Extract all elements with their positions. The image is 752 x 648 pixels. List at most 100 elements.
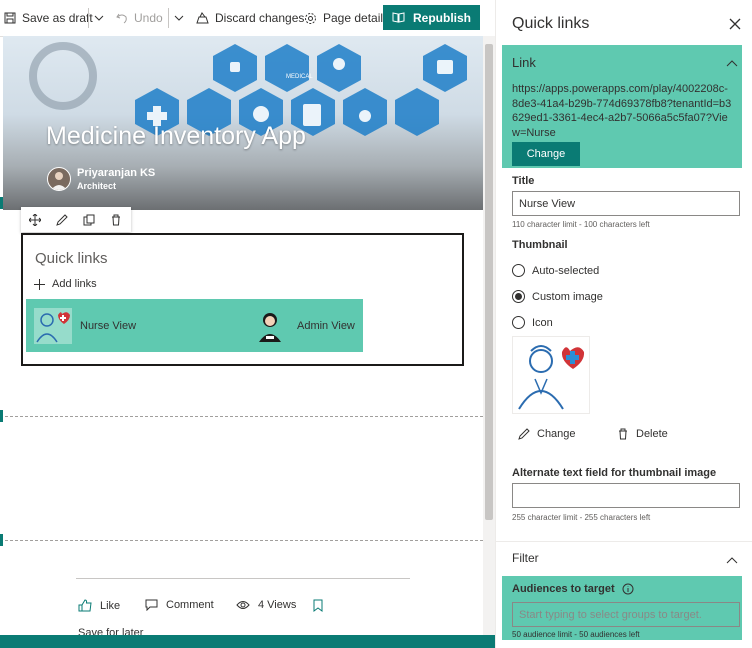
radio-label: Auto-selected	[532, 264, 600, 277]
radio-circle	[512, 316, 525, 329]
quick-link-nurse-view[interactable]: Nurse View	[34, 299, 136, 352]
alt-text-input[interactable]	[512, 483, 740, 508]
page-editor: Save as draft Undo Discard changes Page …	[0, 0, 495, 648]
admin-thumbnail-icon	[259, 312, 281, 342]
filter-section-heading[interactable]: Filter	[512, 551, 539, 565]
command-bar: Save as draft Undo Discard changes Page …	[0, 0, 483, 37]
quick-link-admin-view[interactable]: Admin View	[257, 299, 355, 352]
toolbar-divider	[168, 8, 169, 28]
save-draft-button[interactable]: Save as draft	[4, 0, 93, 36]
radio-icon[interactable]: Icon	[512, 316, 553, 329]
webpart-toolbar	[21, 207, 131, 232]
chevron-up-icon[interactable]	[726, 56, 738, 70]
discard-changes-button[interactable]: Discard changes	[196, 0, 304, 36]
views-label: 4 Views	[258, 599, 297, 611]
radio-custom-image[interactable]: Custom image	[512, 290, 603, 303]
audiences-label: Audiences to target	[512, 583, 634, 595]
bottom-accent-bar	[0, 635, 495, 648]
chevron-down-icon	[174, 15, 184, 21]
eye-icon	[236, 601, 250, 609]
discard-icon	[196, 12, 209, 24]
section-divider	[496, 541, 752, 542]
section-marker	[0, 197, 3, 209]
alt-text-hint: 255 character limit - 255 characters lef…	[512, 513, 651, 522]
chevron-down-icon	[94, 15, 104, 21]
hero-medical-text: MEDICAL	[286, 74, 313, 80]
republish-label: Republish	[412, 10, 471, 25]
thumbs-up-icon	[78, 599, 92, 612]
save-draft-label: Save as draft	[22, 11, 93, 25]
edit-icon[interactable]	[53, 211, 71, 229]
discard-changes-label: Discard changes	[215, 11, 305, 25]
chevron-up-icon[interactable]	[726, 553, 738, 567]
add-links-button[interactable]: Add links	[34, 278, 97, 290]
pane-title: Quick links	[512, 15, 590, 32]
page-title[interactable]: Medicine Inventory App	[46, 122, 306, 151]
scrollbar-thumb[interactable]	[485, 44, 493, 520]
duplicate-icon[interactable]	[80, 211, 98, 229]
quick-link-label: Nurse View	[80, 319, 137, 332]
radio-label: Custom image	[532, 290, 603, 303]
radio-circle-selected	[512, 290, 525, 303]
title-hint: 110 character limit - 100 characters lef…	[512, 220, 650, 229]
page-details-label: Page details	[323, 11, 390, 25]
save-icon	[4, 12, 16, 24]
footer-divider	[76, 578, 410, 579]
link-section-heading[interactable]: Link	[512, 55, 536, 70]
person-icon	[51, 172, 67, 190]
undo-options-chevron[interactable]	[174, 0, 190, 36]
section-marker	[0, 410, 3, 422]
nurse-thumbnail-icon	[34, 307, 72, 344]
undo-button[interactable]: Undo	[116, 0, 163, 36]
trash-icon	[619, 428, 627, 440]
title-input[interactable]: Nurse View	[512, 191, 740, 216]
audiences-label-text: Audiences to target	[512, 583, 615, 595]
section-divider	[0, 540, 483, 541]
change-link-button[interactable]: Change	[512, 142, 580, 166]
bookmark-button[interactable]	[313, 599, 331, 612]
thumbnail-label: Thumbnail	[512, 239, 568, 251]
audiences-input[interactable]: Start typing to select groups to target.	[512, 602, 740, 627]
gear-icon	[305, 12, 316, 24]
trash-icon[interactable]	[107, 211, 125, 229]
comment-button[interactable]: Comment	[145, 599, 214, 611]
thumbnail-delete-label: Delete	[636, 428, 668, 440]
move-icon[interactable]	[26, 211, 44, 229]
quick-links-title[interactable]: Quick links	[35, 250, 108, 267]
property-pane: Quick links Link https://apps.powerapps.…	[495, 0, 752, 648]
info-icon[interactable]	[622, 583, 634, 595]
thumbnail-change-label: Change	[537, 428, 576, 440]
section-marker	[0, 534, 3, 546]
undo-label: Undo	[134, 11, 163, 25]
title-label: Title	[512, 175, 535, 187]
avatar	[47, 167, 71, 191]
like-label: Like	[100, 599, 121, 612]
nurse-thumbnail-icon	[518, 345, 585, 410]
thumbnail-delete-button[interactable]: Delete	[617, 428, 668, 440]
thumbnail-preview	[512, 336, 590, 414]
quick-link-label: Admin View	[297, 319, 355, 332]
page-details-button[interactable]: Page details	[304, 0, 389, 36]
audiences-hint: 50 audience limit - 50 audiences left	[512, 630, 640, 639]
republish-button[interactable]: Republish	[383, 5, 480, 30]
comment-icon	[145, 599, 158, 611]
like-button[interactable]: Like	[78, 599, 120, 612]
plus-icon	[34, 278, 45, 290]
views-count: 4 Views	[236, 599, 296, 611]
book-icon	[392, 12, 405, 23]
add-links-label: Add links	[52, 278, 97, 290]
author-name: Priyaranjan KS	[77, 167, 156, 179]
section-divider	[0, 416, 483, 417]
radio-circle	[512, 264, 525, 277]
author-role: Architect	[77, 181, 117, 191]
radio-auto-selected[interactable]: Auto-selected	[512, 264, 599, 277]
toolbar-divider	[88, 8, 89, 28]
thumbnail-change-button[interactable]: Change	[518, 428, 576, 440]
comment-label: Comment	[166, 599, 214, 611]
close-icon[interactable]	[728, 17, 742, 31]
bookmark-icon	[313, 599, 323, 612]
link-url: https://apps.powerapps.com/play/4002208c…	[512, 83, 732, 139]
radio-label: Icon	[532, 316, 553, 329]
save-options-chevron[interactable]	[94, 0, 110, 36]
quick-links-list: Nurse View Admin View	[26, 299, 363, 352]
